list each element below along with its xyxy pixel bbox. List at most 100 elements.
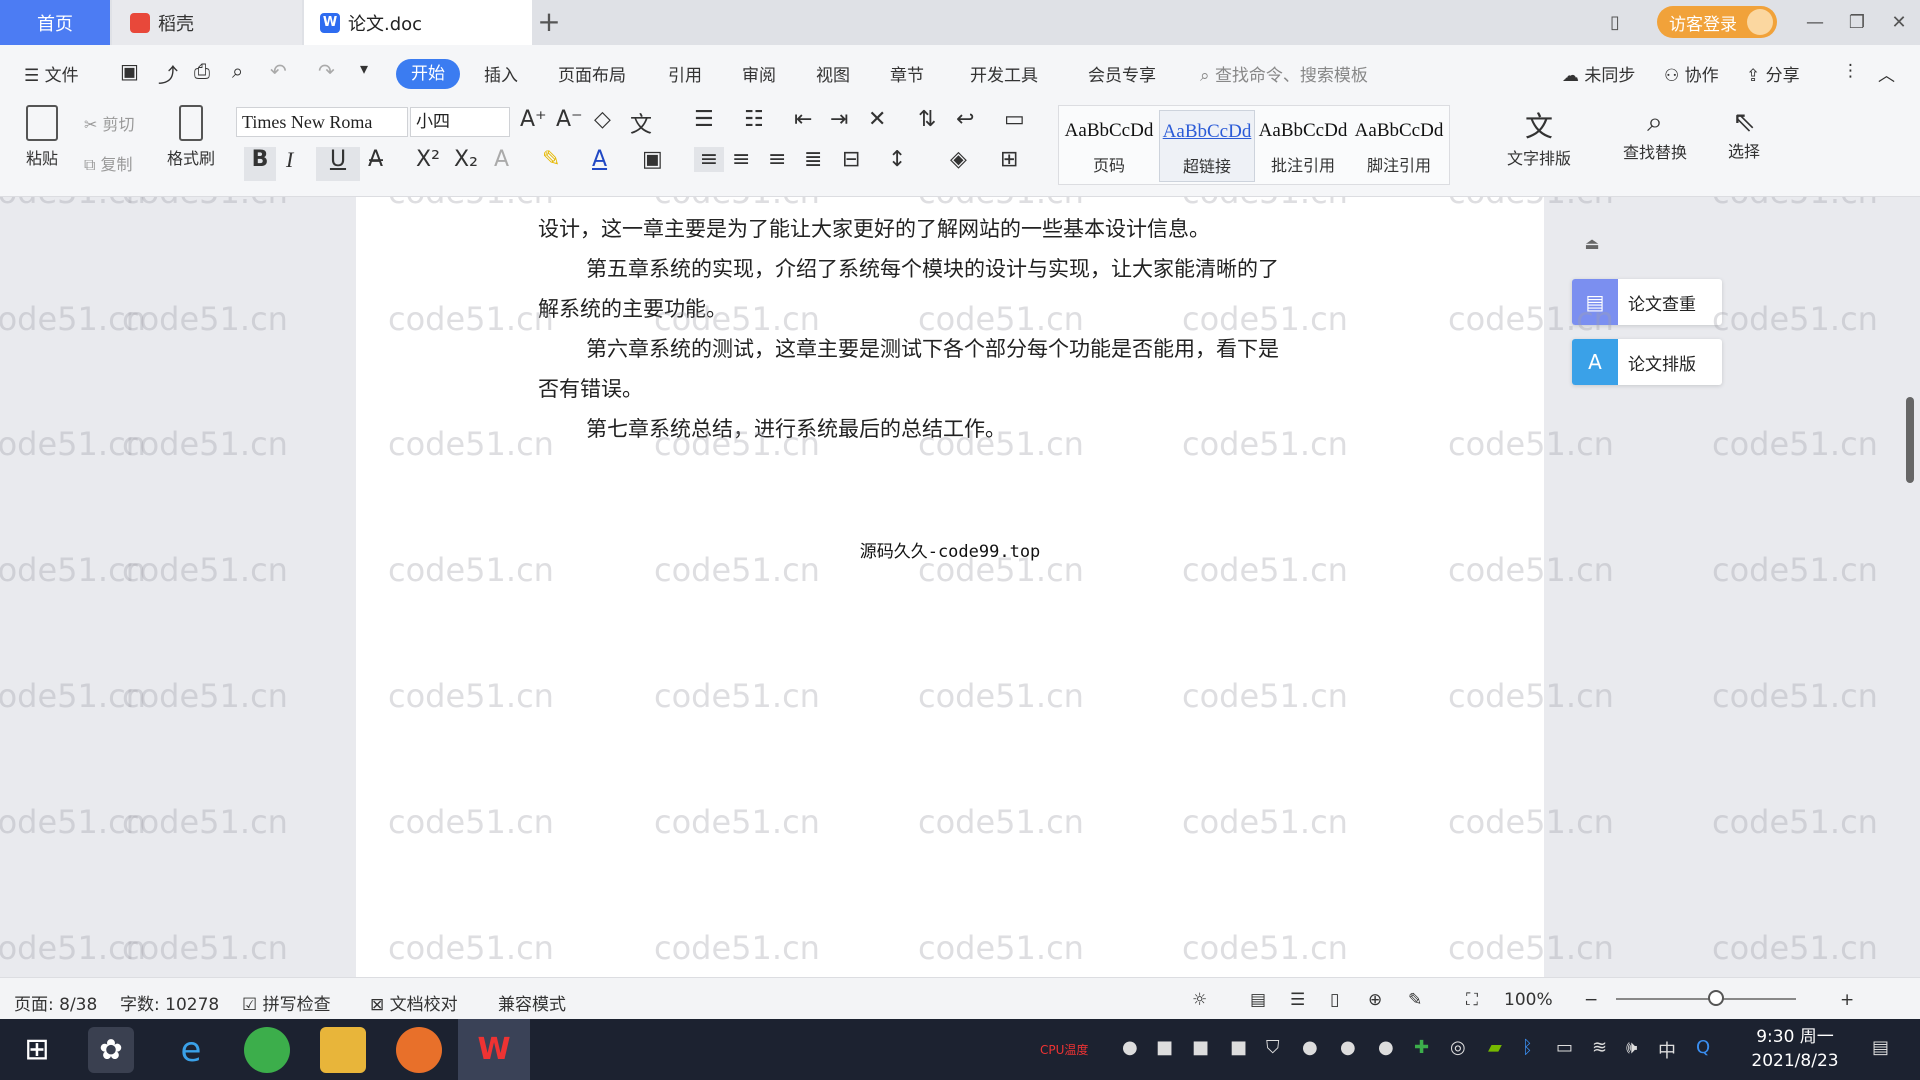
file-menu[interactable]: ☰ 文件 bbox=[24, 61, 79, 86]
tray-app-icon[interactable]: ■ bbox=[1230, 1037, 1247, 1058]
page-indicator[interactable]: 页面: 8/38 bbox=[14, 990, 97, 1015]
superscript-icon[interactable]: X² bbox=[416, 147, 440, 172]
collab-button[interactable]: ⚇ 协作 bbox=[1664, 61, 1719, 86]
style-footnote-ref[interactable]: AaBbCcDd 脚注引用 bbox=[1351, 110, 1447, 182]
collapse-ribbon-icon[interactable]: ︿ bbox=[1878, 61, 1895, 86]
zoom-slider[interactable] bbox=[1616, 998, 1796, 1000]
style-hyperlink[interactable]: AaBbCcDd 超链接 bbox=[1159, 110, 1255, 182]
numbered-list-icon[interactable]: ☷ bbox=[744, 107, 764, 132]
scrollbar-thumb[interactable] bbox=[1906, 397, 1914, 483]
vertical-scrollbar[interactable] bbox=[1904, 197, 1916, 977]
tab-insert[interactable]: 插入 bbox=[484, 61, 518, 86]
tab-chapter[interactable]: 章节 bbox=[890, 61, 924, 86]
wifi-icon[interactable]: ≋ bbox=[1592, 1037, 1607, 1058]
zoom-in-icon[interactable]: + bbox=[1840, 990, 1854, 1010]
show-marks-icon[interactable]: ↩ bbox=[956, 107, 974, 132]
tab-view[interactable]: 视图 bbox=[816, 61, 850, 86]
ime-indicator[interactable]: 中 bbox=[1658, 1037, 1676, 1063]
outline-view-icon[interactable]: ☰ bbox=[1290, 990, 1305, 1010]
redo-icon[interactable]: ↷ bbox=[318, 59, 335, 83]
justify-icon[interactable]: ≣ bbox=[804, 147, 822, 172]
ruler-icon[interactable]: ▭ bbox=[1004, 107, 1025, 132]
wps-taskbar-icon[interactable]: W bbox=[458, 1019, 530, 1080]
thesis-check-button[interactable]: ▤ 论文查重 bbox=[1572, 279, 1722, 325]
shading-icon[interactable]: ◈ bbox=[950, 147, 967, 172]
shrink-font-icon[interactable]: A⁻ bbox=[556, 107, 583, 132]
copy-button[interactable]: ⧉ 复制 bbox=[84, 151, 133, 175]
document-page[interactable]: 设计，这一章主要是为了能让大家更好的了解网站的一些基本设计信息。 第五章系统的实… bbox=[356, 197, 1544, 977]
spell-check-button[interactable]: ☑ 拼写检查 bbox=[242, 990, 331, 1015]
close-icon[interactable]: ✕ bbox=[1884, 8, 1914, 38]
tab-developer[interactable]: 开发工具 bbox=[970, 61, 1038, 86]
clear-format-icon[interactable]: ◇ bbox=[594, 107, 611, 132]
distributed-icon[interactable]: ⊟ bbox=[842, 147, 860, 172]
command-search[interactable]: ⌕ 查找命令、搜索模板 bbox=[1200, 61, 1368, 86]
style-page-number[interactable]: AaBbCcDd 页码 bbox=[1061, 110, 1157, 182]
file-explorer-icon[interactable] bbox=[320, 1027, 366, 1073]
bold-icon[interactable]: B bbox=[244, 147, 276, 181]
tab-review[interactable]: 审阅 bbox=[742, 61, 776, 86]
collapse-panel-icon[interactable]: ⏏ bbox=[1576, 230, 1608, 258]
sort-icon[interactable]: ⇅ bbox=[918, 107, 936, 132]
borders-icon[interactable]: ⊞ bbox=[1000, 147, 1018, 172]
eye-protect-icon[interactable]: ☼ bbox=[1192, 990, 1207, 1010]
highlight-icon[interactable]: ✎ bbox=[542, 147, 560, 172]
align-right-icon[interactable]: ≡ bbox=[768, 147, 786, 172]
tray-app-icon[interactable]: ● bbox=[1378, 1037, 1394, 1058]
save-icon[interactable]: ▣ bbox=[120, 59, 139, 83]
write-view-icon[interactable]: ✎ bbox=[1408, 990, 1422, 1010]
layout-switch-icon[interactable]: ▯ bbox=[1600, 8, 1630, 38]
search-tray-icon[interactable]: Q bbox=[1696, 1037, 1710, 1058]
tray-app-icon[interactable]: ■ bbox=[1192, 1037, 1209, 1058]
fit-page-icon[interactable]: ⛶ bbox=[1466, 990, 1478, 1010]
proofread-button[interactable]: ⊠ 文档校对 bbox=[370, 990, 458, 1015]
chinese-layout-icon[interactable]: ✕ bbox=[868, 107, 886, 132]
web-view-icon[interactable]: ⊕ bbox=[1368, 990, 1382, 1010]
sync-button[interactable]: ☁ 未同步 bbox=[1562, 61, 1635, 86]
tray-app-icon[interactable]: ◎ bbox=[1450, 1037, 1466, 1058]
tab-daoke[interactable]: 稻壳 bbox=[112, 0, 302, 45]
undo-icon[interactable]: ↶ bbox=[270, 59, 287, 83]
tab-home[interactable]: 首页 bbox=[0, 0, 110, 45]
print-icon[interactable]: ⎙ bbox=[194, 59, 210, 83]
system-clock[interactable]: 9:30 周一 2021/8/23 bbox=[1740, 1025, 1850, 1073]
zoom-out-icon[interactable]: − bbox=[1584, 990, 1598, 1010]
tab-page-layout[interactable]: 页面布局 bbox=[558, 61, 626, 86]
print-preview-icon[interactable]: ⌕ bbox=[232, 59, 243, 83]
text-layout-button[interactable]: 文 文字排版 bbox=[1494, 105, 1584, 169]
font-size-select[interactable]: 小四 bbox=[410, 107, 510, 137]
read-view-icon[interactable]: ▯ bbox=[1330, 990, 1339, 1010]
tab-member[interactable]: 会员专享 bbox=[1088, 61, 1156, 86]
volume-icon[interactable]: 🕪 bbox=[1626, 1037, 1637, 1058]
export-icon[interactable]: ⤴ bbox=[158, 59, 178, 88]
tab-references[interactable]: 引用 bbox=[668, 61, 702, 86]
zoom-level[interactable]: 100% bbox=[1504, 990, 1553, 1010]
media-app-icon[interactable] bbox=[396, 1027, 442, 1073]
increase-indent-icon[interactable]: ⇥ bbox=[830, 107, 848, 132]
shield-icon[interactable]: ⛉ bbox=[1266, 1037, 1280, 1058]
subscript-icon[interactable]: X₂ bbox=[454, 147, 478, 172]
grow-font-icon[interactable]: A⁺ bbox=[520, 107, 547, 132]
strikethrough-icon[interactable]: A̶ bbox=[368, 147, 383, 172]
battery-icon[interactable]: ▭ bbox=[1556, 1037, 1573, 1058]
fan-app-icon[interactable]: ✿ bbox=[88, 1027, 134, 1073]
cut-button[interactable]: ✂ 剪切 bbox=[84, 111, 135, 135]
italic-icon[interactable]: I bbox=[286, 147, 293, 173]
new-tab-button[interactable]: + bbox=[536, 4, 562, 40]
char-border-icon[interactable]: ▣ bbox=[642, 147, 663, 172]
customize-chevron-icon[interactable]: ▾ bbox=[360, 59, 368, 78]
decrease-indent-icon[interactable]: ⇤ bbox=[794, 107, 812, 132]
word-count[interactable]: 字数: 10278 bbox=[120, 990, 219, 1015]
align-left-icon[interactable]: ≡ bbox=[694, 147, 724, 172]
bluetooth-icon[interactable]: ᛒ bbox=[1522, 1037, 1533, 1058]
phonetic-icon[interactable]: 文 bbox=[630, 107, 652, 139]
browser-360-icon[interactable] bbox=[244, 1027, 290, 1073]
format-painter-button[interactable]: 格式刷 bbox=[160, 105, 222, 169]
paste-button[interactable]: 粘贴 bbox=[16, 105, 68, 169]
underline-icon[interactable]: U bbox=[316, 147, 360, 181]
minimize-icon[interactable]: — bbox=[1800, 8, 1830, 38]
tray-app-icon[interactable]: ● bbox=[1122, 1037, 1138, 1058]
thesis-layout-button[interactable]: A 论文排版 bbox=[1572, 339, 1722, 385]
font-color-icon[interactable]: A bbox=[592, 147, 607, 172]
line-spacing-icon[interactable]: ↕ bbox=[888, 147, 906, 172]
